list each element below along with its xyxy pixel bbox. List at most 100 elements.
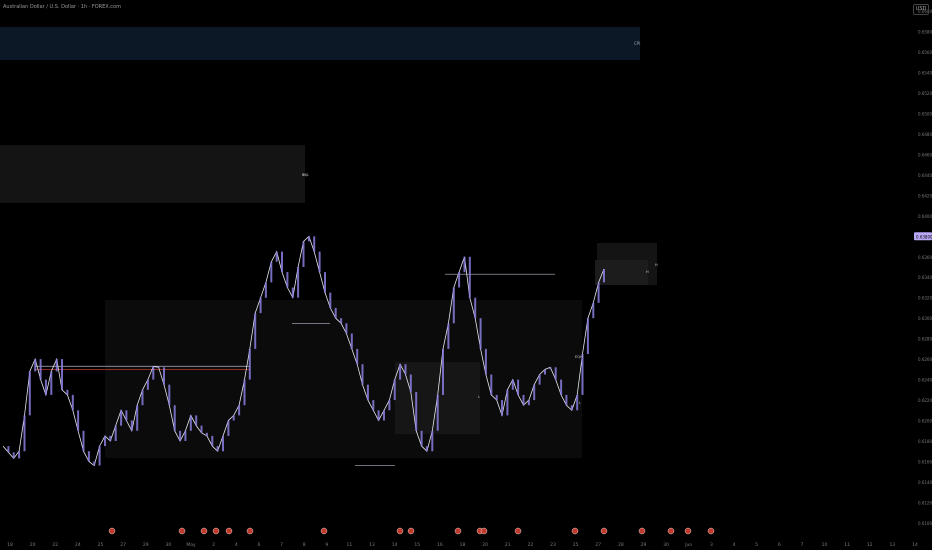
candle-body bbox=[243, 379, 246, 406]
candle-body bbox=[340, 318, 343, 324]
economic-event-icon bbox=[514, 527, 522, 535]
economic-event-icon bbox=[108, 527, 116, 535]
time-tick-label: 4 bbox=[733, 542, 736, 548]
candle-body bbox=[77, 410, 80, 431]
economic-event-icon bbox=[200, 527, 208, 535]
time-tick-label: May bbox=[186, 542, 196, 548]
candle-body bbox=[216, 446, 219, 452]
time-tick-label: 6 bbox=[778, 542, 781, 548]
candle-body bbox=[474, 297, 477, 319]
price-tick-label: 0.64000 bbox=[918, 214, 932, 219]
time-tick-label: 27 bbox=[595, 542, 601, 548]
candle-body bbox=[565, 394, 568, 406]
time-tick-label: 11 bbox=[844, 542, 850, 548]
candle-body bbox=[479, 318, 482, 349]
candle-body bbox=[222, 435, 224, 452]
time-tick-label: 7 bbox=[800, 542, 803, 548]
time-tick-label: 30 bbox=[166, 542, 172, 548]
candle-body bbox=[425, 446, 428, 452]
candle-body bbox=[259, 297, 262, 314]
cpi-zone bbox=[0, 27, 640, 60]
candle-body bbox=[7, 446, 10, 453]
candle-body bbox=[372, 400, 375, 411]
candle-body bbox=[61, 359, 63, 390]
time-tick-label: 25 bbox=[98, 542, 104, 548]
price-tick-label: 0.62200 bbox=[918, 398, 932, 403]
swing-label: L bbox=[579, 401, 581, 405]
time-tick-label: 30 bbox=[663, 542, 669, 548]
candle-body bbox=[173, 405, 176, 431]
candle-body bbox=[168, 384, 171, 406]
economic-event-icon bbox=[707, 527, 715, 535]
candle-body bbox=[511, 379, 514, 390]
candle-body bbox=[517, 379, 520, 395]
time-tick-label: 21 bbox=[505, 542, 511, 548]
candle-body bbox=[533, 384, 536, 401]
candle-body bbox=[205, 432, 208, 436]
candle-body bbox=[431, 430, 434, 452]
price-tick-label: 0.65400 bbox=[918, 71, 932, 76]
candle-body bbox=[34, 359, 37, 372]
currency-button[interactable]: USD bbox=[913, 4, 929, 15]
candle-body bbox=[71, 394, 74, 411]
price-tick-label: 0.65200 bbox=[918, 91, 932, 96]
time-tick-label: 28 bbox=[618, 542, 624, 548]
chart-canvas[interactable]: 0.660000.658000.656000.654000.652000.650… bbox=[0, 0, 932, 550]
swing-label: H bbox=[646, 270, 649, 274]
candle-body bbox=[501, 400, 503, 416]
candle-body bbox=[291, 287, 294, 298]
candle-body bbox=[345, 323, 348, 334]
candle-body bbox=[334, 307, 337, 319]
candle-body bbox=[447, 323, 450, 349]
time-tick-label: 18 bbox=[460, 542, 466, 548]
candle-body bbox=[560, 379, 563, 395]
candle-body bbox=[383, 410, 385, 421]
candle-body bbox=[281, 251, 283, 273]
economic-event-icon bbox=[396, 527, 404, 535]
economic-event-icon bbox=[638, 527, 646, 535]
price-tick-label: 0.65800 bbox=[918, 30, 932, 35]
time-tick-label: 6 bbox=[257, 542, 260, 548]
candle-body bbox=[66, 389, 69, 395]
candle-body bbox=[39, 359, 42, 380]
time-tick-label: 2 bbox=[212, 542, 215, 548]
price-tick-label: 0.61800 bbox=[918, 439, 932, 444]
supply-zone bbox=[0, 145, 305, 203]
candle-body bbox=[377, 410, 380, 421]
candle-body bbox=[200, 425, 203, 433]
candle-body bbox=[184, 430, 187, 441]
candle-body bbox=[28, 371, 31, 416]
price-tick-label: 0.61200 bbox=[918, 500, 932, 505]
candle-body bbox=[248, 348, 251, 380]
candle-body bbox=[275, 251, 278, 262]
candle-body bbox=[329, 292, 332, 308]
time-tick-label: 22 bbox=[528, 542, 534, 548]
candle-body bbox=[136, 405, 139, 431]
candle-body bbox=[458, 272, 461, 288]
time-tick-label: 18 bbox=[7, 542, 13, 548]
time-tick-label: 9 bbox=[325, 542, 328, 548]
symbol-title: Australian Dollar / U.S. Dollar · 1h · F… bbox=[3, 4, 121, 10]
candle-body bbox=[104, 435, 106, 447]
candle-body bbox=[350, 333, 353, 349]
time-tick-label: 27 bbox=[120, 542, 126, 548]
time-tick-label: 24 bbox=[75, 542, 81, 548]
candle-body bbox=[264, 282, 267, 298]
candle-body bbox=[549, 367, 552, 370]
candle-body bbox=[163, 367, 165, 385]
candle-body bbox=[82, 430, 85, 452]
candle-body bbox=[141, 389, 144, 406]
candle-body bbox=[452, 287, 455, 324]
price-tick-label: 0.63400 bbox=[918, 275, 932, 280]
candle-body bbox=[18, 451, 21, 459]
economic-event-icon bbox=[246, 527, 254, 535]
time-tick-label: 13 bbox=[369, 542, 375, 548]
candle-body bbox=[98, 446, 101, 466]
candle-body bbox=[87, 451, 90, 462]
time-tick-label: 22 bbox=[52, 542, 58, 548]
candle-body bbox=[157, 366, 160, 368]
candle-body bbox=[109, 435, 112, 441]
time-tick-label: 15 bbox=[414, 542, 420, 548]
candle-body bbox=[436, 394, 439, 431]
price-tick-label: 0.63600 bbox=[918, 255, 932, 260]
